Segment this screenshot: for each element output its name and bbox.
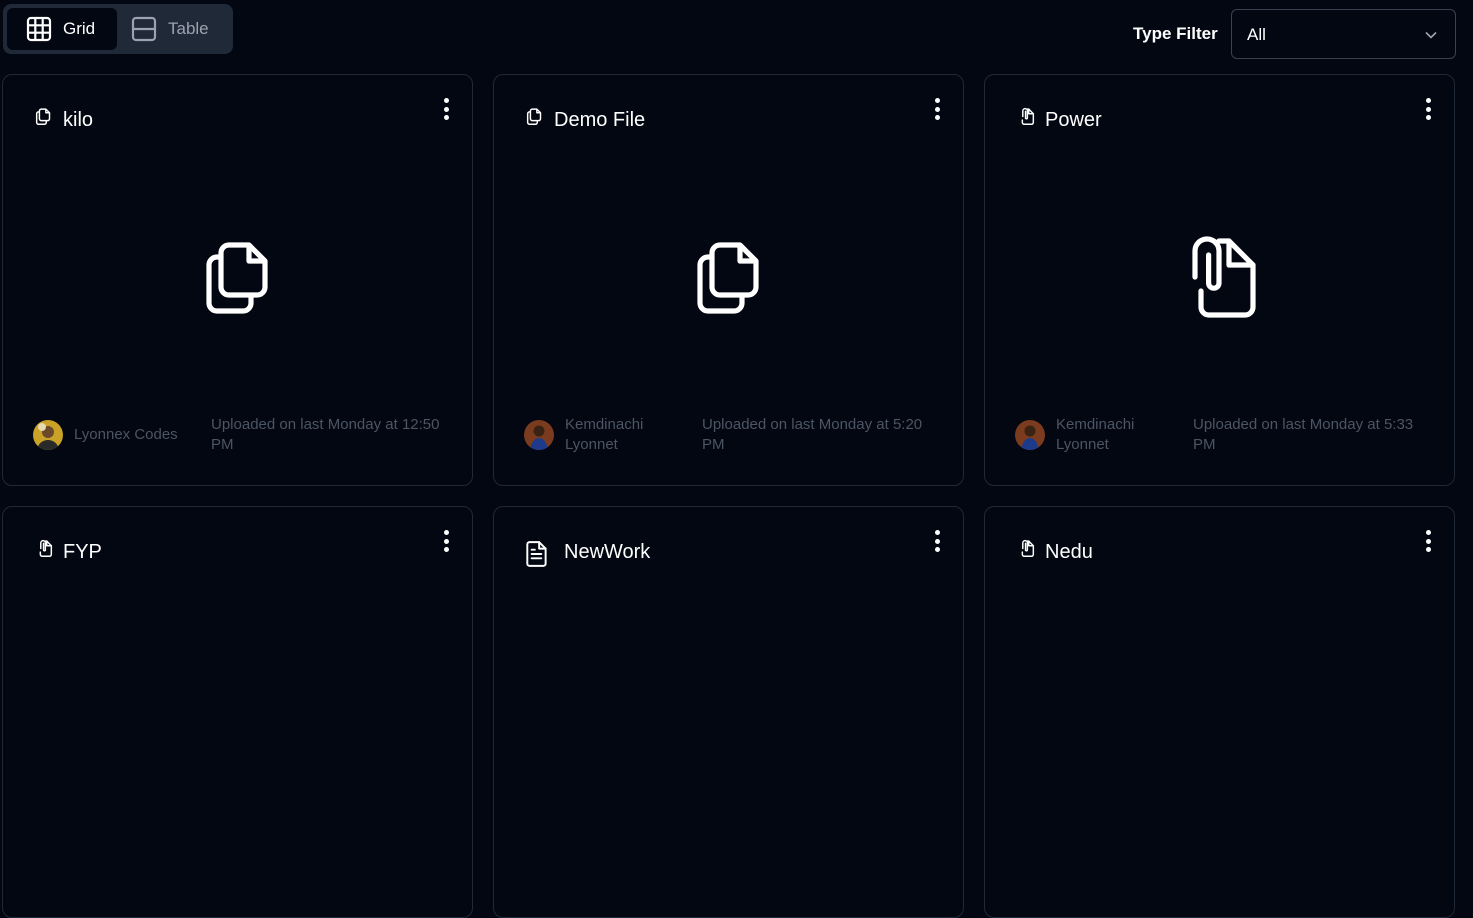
file-title: FYP — [63, 541, 102, 563]
card-footer: Lyonnex Codes Uploaded on last Monday at… — [33, 415, 453, 455]
file-title: Nedu — [1045, 541, 1093, 563]
paperclip-file-icon — [1192, 236, 1256, 318]
document-text-icon — [526, 541, 547, 567]
avatar — [1015, 420, 1045, 450]
view-toggle: Grid Table — [3, 4, 233, 54]
card-menu-button[interactable] — [1420, 527, 1436, 555]
file-card[interactable]: FYP — [2, 506, 473, 918]
type-filter-label: Type Filter — [1133, 24, 1218, 43]
table-view-label: Table — [168, 19, 209, 38]
card-footer: Kemdinachi Lyonnet Uploaded on last Mond… — [524, 415, 944, 455]
files-icon — [35, 108, 51, 125]
grid-view-button[interactable]: Grid — [7, 8, 117, 50]
upload-date: Uploaded on last Monday at 5:33 PM — [1193, 416, 1414, 453]
files-icon — [526, 108, 542, 125]
files-icon — [697, 242, 759, 314]
card-menu-button[interactable] — [438, 527, 454, 555]
chevron-down-icon — [1425, 31, 1437, 39]
files-icon — [206, 242, 268, 314]
file-title: NewWork — [564, 541, 651, 563]
file-title: kilo — [63, 109, 94, 131]
file-card[interactable]: Demo File Kemdinachi Lyonnet Uploaded on… — [493, 74, 964, 486]
paperclip-file-icon — [39, 539, 53, 557]
file-card[interactable]: kilo Lyonnex Codes Uploaded on last Mond… — [2, 74, 473, 486]
card-menu-button[interactable] — [929, 527, 945, 555]
file-card[interactable]: Nedu — [984, 506, 1455, 918]
card-menu-button[interactable] — [929, 95, 945, 123]
card-menu-button[interactable] — [438, 95, 454, 123]
table-icon — [131, 16, 157, 42]
grid-icon — [26, 16, 52, 42]
avatar — [33, 420, 63, 450]
table-view-button[interactable]: Table — [121, 8, 229, 50]
card-footer: Kemdinachi Lyonnet Uploaded on last Mond… — [1015, 415, 1435, 455]
uploader-name: Kemdinachi Lyonnet — [565, 416, 644, 453]
type-filter-value: All — [1247, 25, 1266, 44]
file-card[interactable]: NewWork — [493, 506, 964, 918]
avatar — [524, 420, 554, 450]
file-card[interactable]: Power Kemdinachi Lyonnet Uploaded on las… — [984, 74, 1455, 486]
paperclip-file-icon — [1021, 539, 1035, 557]
uploader-name: Kemdinachi Lyonnet — [1056, 416, 1135, 453]
file-title: Demo File — [554, 109, 646, 131]
file-title: Power — [1045, 109, 1102, 131]
upload-date: Uploaded on last Monday at 12:50 PM — [211, 416, 440, 453]
upload-date: Uploaded on last Monday at 5:20 PM — [702, 416, 923, 453]
toolbar: Grid Table Type Filter All — [0, 0, 1473, 60]
card-menu-button[interactable] — [1420, 95, 1436, 123]
uploader-name: Lyonnex Codes — [74, 426, 178, 443]
grid-view-label: Grid — [63, 19, 96, 38]
paperclip-file-icon — [1021, 107, 1035, 125]
type-filter-select[interactable]: All — [1231, 9, 1456, 59]
